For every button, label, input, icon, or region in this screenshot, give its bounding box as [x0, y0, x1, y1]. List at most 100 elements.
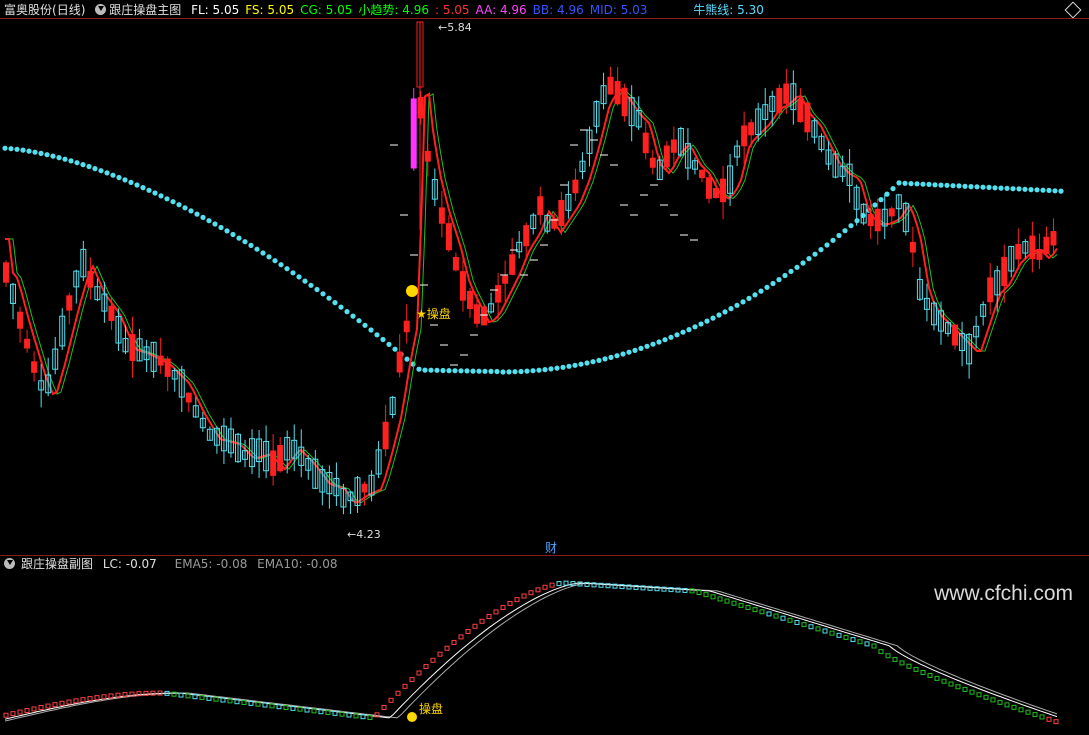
sub-signal-box [906, 663, 912, 669]
sub-signal-box [444, 645, 450, 651]
sub-signal-box [528, 590, 534, 596]
bull-bear-dot [320, 291, 326, 297]
bull-bear-dot [620, 351, 626, 357]
bull-bear-dot [464, 368, 470, 374]
bull-bear-dot [146, 187, 152, 193]
sub-signal-box [1004, 702, 1010, 708]
bull-bear-dot [260, 250, 266, 256]
bull-bear-dot [824, 242, 830, 248]
bull-bear-dot [296, 274, 302, 280]
candle-body [17, 311, 24, 329]
sub-signal-box [563, 580, 569, 586]
sub-signal-box [808, 624, 814, 630]
bull-bear-dot [698, 321, 704, 327]
candle-body [987, 277, 994, 303]
bull-bear-dot [2, 145, 8, 151]
sub-signal-box [801, 622, 807, 628]
candle-body [459, 271, 466, 301]
bull-bear-dot [518, 368, 524, 375]
candle-body [502, 275, 509, 284]
bull-bear-dot [920, 181, 926, 187]
bull-bear-dot [26, 148, 32, 154]
sub-signal-box [934, 675, 940, 681]
candle-body [952, 324, 959, 346]
bull-bear-dot [1004, 185, 1010, 191]
sub-signal-box [913, 666, 919, 672]
bull-bear-dot [560, 364, 566, 370]
bull-bear-dot [872, 202, 878, 208]
bull-bear-dot [332, 300, 338, 306]
candle-body [452, 256, 459, 271]
sub-signal-box [45, 703, 51, 709]
main-candlestick-chart[interactable]: ←5.84 ←4.23 ★操盘财 [0, 0, 1089, 556]
bull-bear-dot [62, 156, 68, 162]
sub-signal-box [997, 699, 1003, 705]
bull-bear-dot [782, 272, 788, 279]
bull-bear-dot [38, 150, 44, 156]
sub-signal-box [38, 704, 44, 710]
bull-bear-dot [932, 182, 938, 188]
candle-body [66, 295, 73, 311]
bull-bear-dot [164, 196, 170, 202]
bull-bear-dot [506, 369, 512, 375]
candle-body [804, 102, 811, 133]
sub-signal-box [892, 656, 898, 662]
bull-bear-dot [938, 182, 944, 188]
candle-body [607, 76, 614, 95]
sub-signal-box [822, 628, 828, 634]
sub-signal-box [80, 697, 86, 703]
candle-body [537, 196, 544, 216]
sub-signal-box [976, 692, 982, 698]
candle-body [1036, 248, 1043, 260]
sub-signal-box [941, 678, 947, 684]
candle-body [474, 304, 481, 324]
sub-ema-line [4, 582, 1058, 720]
bull-bear-dot [20, 147, 26, 153]
sub-signal-box [710, 594, 716, 600]
bull-bear-dot [212, 221, 218, 227]
candle-body [713, 187, 720, 199]
sub-indicator-chart[interactable]: 操盘 [0, 555, 1089, 735]
bull-bear-dot [734, 302, 740, 308]
candle-body [888, 208, 895, 217]
candle-body [706, 177, 712, 199]
candle-body [164, 358, 171, 377]
bull-bear-dot [542, 367, 548, 373]
bull-bear-dot [980, 184, 986, 190]
bull-bear-dot [356, 318, 362, 324]
sub-signal-box [969, 689, 975, 695]
bull-bear-dot [86, 163, 92, 170]
bull-bear-dot [680, 329, 686, 335]
candle-body [438, 207, 445, 224]
sub-signal-box [836, 632, 842, 638]
candle-body [270, 450, 277, 476]
candle-body [424, 150, 431, 162]
bull-bear-dot [836, 232, 842, 239]
sub-signal-box [486, 613, 492, 619]
candle-body [185, 392, 192, 403]
sub-signal-box [703, 592, 709, 598]
bull-bear-dot [68, 158, 74, 164]
sub-signal-box [1053, 719, 1059, 725]
candle-body [108, 305, 115, 321]
bull-bear-dot [482, 368, 488, 374]
sub-money-bag-icon [407, 712, 417, 722]
bull-bear-dot [656, 339, 662, 345]
sub-signal-box [500, 605, 506, 611]
sub-signal-box [787, 617, 793, 623]
sub-signal-box [493, 609, 499, 615]
sub-signal-box [381, 704, 387, 710]
sub-signal-box [73, 698, 79, 704]
bull-bear-dot [230, 231, 236, 238]
sub-signal-box [556, 581, 562, 587]
bull-bear-dot [530, 368, 536, 374]
bull-bear-dot [104, 170, 110, 176]
bull-bear-dot [596, 357, 602, 363]
bull-bear-dot [674, 332, 680, 338]
candle-body [909, 241, 916, 253]
bull-bear-dot [1016, 186, 1022, 192]
bull-bear-dot [590, 359, 596, 365]
bull-bear-dot [890, 186, 896, 192]
bull-bear-dot [740, 299, 746, 305]
bull-bear-dot [386, 341, 392, 347]
